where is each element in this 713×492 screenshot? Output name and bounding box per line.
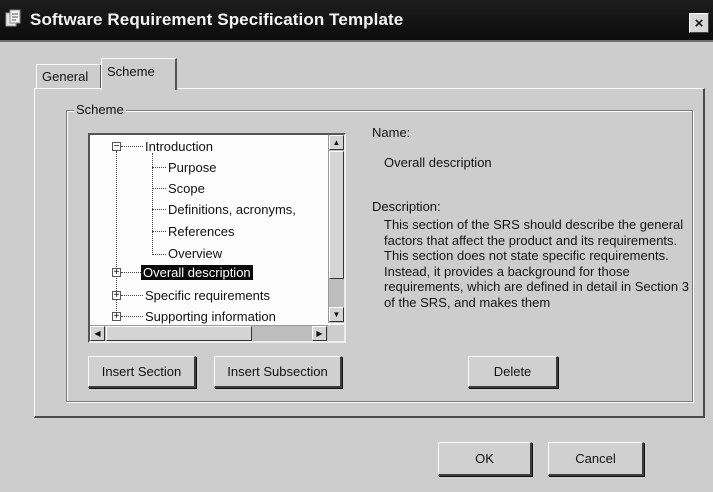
tab-scheme[interactable]: Scheme: [101, 58, 177, 90]
scroll-down-icon: ▼: [332, 310, 341, 319]
tree-item-scope[interactable]: Scope: [168, 180, 205, 197]
tree-item-overall-description[interactable]: Overall description: [141, 264, 253, 281]
name-label: Name:: [372, 125, 411, 140]
scroll-thumb[interactable]: [329, 151, 344, 279]
tree-horizontal-scrollbar[interactable]: ◀ ▶: [90, 325, 328, 341]
description-label: Description:: [372, 199, 441, 214]
window-title: Software Requirement Specification Templ…: [30, 10, 404, 29]
tree-connector: [121, 295, 143, 296]
delete-button[interactable]: Delete: [468, 356, 558, 388]
section-tree[interactable]: − + + + Introduction Purpose Scope Defin…: [88, 133, 346, 343]
expand-icon[interactable]: +: [112, 268, 121, 278]
tree-connector: [152, 153, 153, 255]
close-icon: ×: [694, 14, 704, 32]
tree-connector: [152, 231, 166, 232]
cancel-button[interactable]: Cancel: [548, 442, 644, 476]
dialog-window: Software Requirement Specification Templ…: [0, 0, 713, 492]
tree-item-specific-requirements[interactable]: Specific requirements: [145, 287, 270, 304]
tree-connector: [152, 167, 166, 168]
title-bar[interactable]: Software Requirement Specification Templ…: [0, 0, 713, 42]
scheme-group-label: Scheme: [74, 102, 126, 117]
insert-subsection-button[interactable]: Insert Subsection: [214, 356, 342, 388]
description-value: This section of the SRS should describe …: [384, 217, 689, 310]
tree-connector: [121, 316, 143, 317]
insert-section-button[interactable]: Insert Section: [88, 356, 196, 388]
tab-general[interactable]: General: [36, 64, 102, 88]
tree-connector: [152, 188, 166, 189]
app-icon: [5, 9, 21, 27]
ok-button[interactable]: OK: [438, 442, 532, 476]
tree-connector: [152, 209, 166, 210]
scrollbar-corner: [328, 325, 344, 341]
scroll-right-button[interactable]: ▶: [312, 326, 327, 341]
tree-item-definitions[interactable]: Definitions, acronyms,: [168, 201, 296, 218]
tree-connector: [121, 146, 143, 147]
tree-item-overview[interactable]: Overview: [168, 245, 222, 262]
scroll-right-icon: ▶: [316, 329, 323, 338]
name-value: Overall description: [384, 155, 492, 170]
expand-icon[interactable]: +: [112, 312, 121, 322]
scroll-up-icon: ▲: [332, 138, 341, 147]
scroll-down-button[interactable]: ▼: [329, 307, 344, 322]
tree-item-references[interactable]: References: [168, 223, 234, 240]
tree-connector: [121, 272, 141, 273]
scroll-left-button[interactable]: ◀: [90, 326, 105, 341]
tree-connector: [152, 254, 166, 255]
scroll-thumb-horizontal[interactable]: [106, 326, 252, 341]
expand-icon[interactable]: +: [112, 291, 121, 301]
close-button[interactable]: ×: [689, 13, 709, 33]
tree-vertical-scrollbar[interactable]: ▲ ▼: [328, 135, 344, 323]
tree-item-purpose[interactable]: Purpose: [168, 159, 216, 176]
tree-item-introduction[interactable]: Introduction: [145, 138, 213, 155]
scroll-up-button[interactable]: ▲: [329, 135, 344, 150]
tab-scheme-label: Scheme: [107, 64, 155, 79]
scroll-left-icon: ◀: [94, 329, 101, 338]
tree-item-supporting-information[interactable]: Supporting information: [145, 308, 276, 325]
collapse-icon[interactable]: −: [112, 142, 121, 152]
tab-general-label: General: [42, 69, 89, 84]
